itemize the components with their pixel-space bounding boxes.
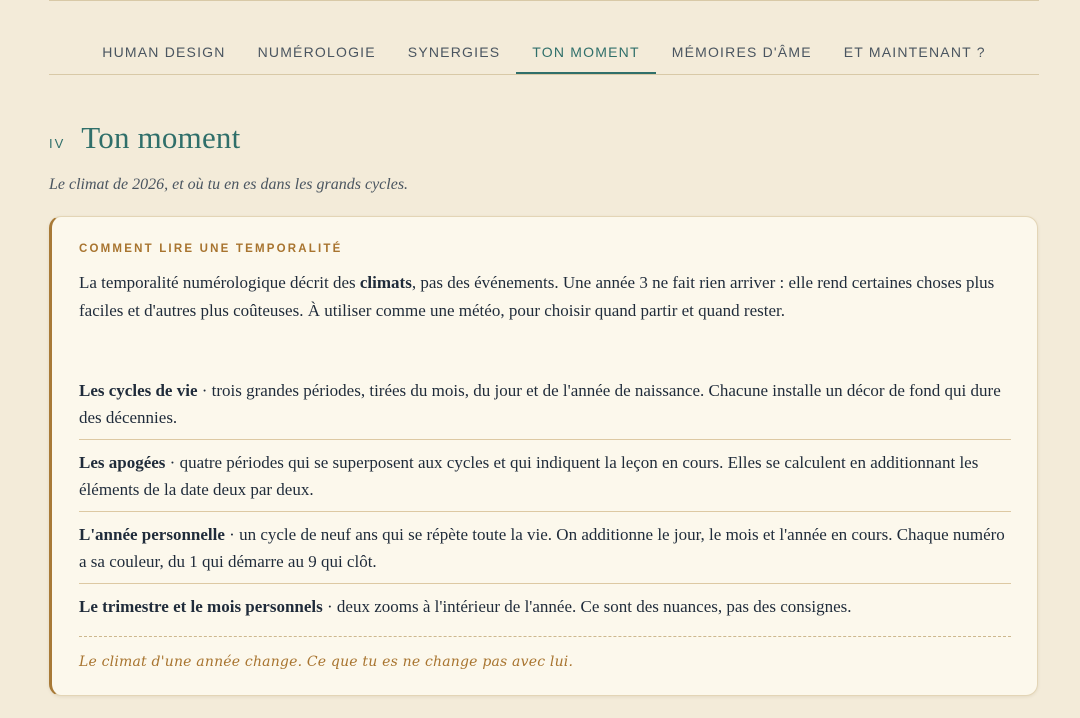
temporality-info-card: COMMENT LIRE UNE TEMPORALITÉ La temporal…	[49, 216, 1038, 696]
list-item-apogees: Les apogées · quatre périodes qui se sup…	[79, 440, 1011, 512]
list-item-cycles-de-vie: Les cycles de vie · trois grandes périod…	[79, 374, 1011, 440]
nav-tab-human-design[interactable]: HUMAN DESIGN	[86, 30, 241, 73]
nav-tab-synergies[interactable]: SYNERGIES	[392, 30, 517, 73]
page-subtitle: Le climat de 2026, et où tu en es dans l…	[49, 176, 409, 193]
list-item-trimestre-mois: Le trimestre et le mois personnels · deu…	[79, 584, 1011, 637]
cycle-list: Les cycles de vie · trois grandes périod…	[79, 374, 1011, 637]
item-description: · quatre périodes qui se superposent aux…	[79, 453, 979, 499]
intro-text-start: La temporalité numérologique décrit des	[79, 273, 360, 292]
card-footnote: Le climat d'une année change. Ce que tu …	[79, 654, 574, 670]
intro-emphasis: climats	[359, 273, 412, 292]
nav-tab-numerologie[interactable]: NUMÉROLOGIE	[242, 30, 392, 73]
page-title: Ton moment	[81, 120, 241, 155]
item-description: · deux zooms à l'intérieur de l'année. C…	[322, 597, 852, 616]
nav-tab-memoires-dame[interactable]: MÉMOIRES D'ÂME	[656, 30, 828, 73]
item-term: Les cycles de vie	[79, 381, 198, 400]
nav-tab-ton-moment[interactable]: TON MOMENT	[516, 30, 657, 74]
section-numeral: IV	[49, 136, 66, 151]
card-intro: La temporalité numérologique décrit des …	[79, 269, 1011, 324]
item-description: · trois grandes périodes, tirées du mois…	[79, 381, 1001, 427]
card-eyebrow: COMMENT LIRE UNE TEMPORALITÉ	[79, 243, 343, 255]
list-item-annee-personnelle: L'année personnelle · un cycle de neuf a…	[79, 512, 1011, 584]
top-divider	[49, 0, 1039, 1]
nav-tab-et-maintenant[interactable]: ET MAINTENANT ?	[828, 30, 1002, 73]
item-term: Les apogées	[79, 453, 166, 472]
item-term: Le trimestre et le mois personnels	[79, 597, 323, 616]
item-term: L'année personnelle	[79, 525, 225, 544]
section-heading: IV Ton moment	[49, 120, 240, 156]
section-nav: HUMAN DESIGN NUMÉROLOGIE SYNERGIES TON M…	[49, 30, 1039, 75]
